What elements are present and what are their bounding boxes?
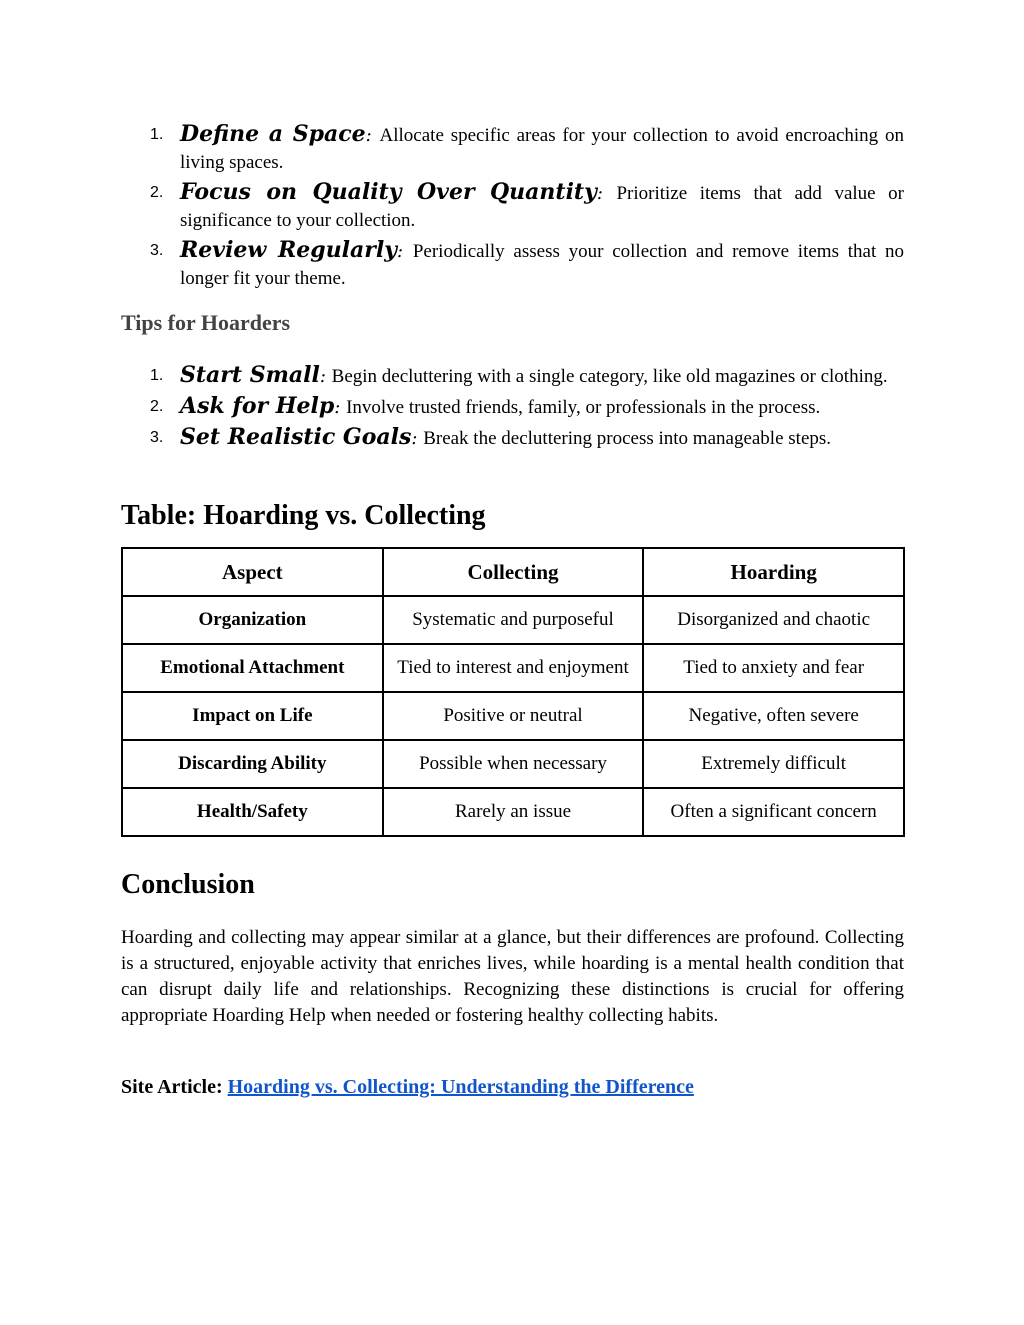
list-number: 3. xyxy=(150,429,164,446)
table-header-row: Aspect Collecting Hoarding xyxy=(121,547,905,597)
conclusion-heading: Conclusion xyxy=(121,869,255,900)
cell-collecting: Tied to interest and enjoyment xyxy=(381,643,645,693)
site-article-label: Site Article: xyxy=(121,1076,223,1098)
list-item: 2. Focus on Quality Over Quantity: Prior… xyxy=(121,179,904,234)
conclusion-paragraph: Hoarding and collecting may appear simil… xyxy=(121,927,904,1026)
table-row: Impact on Life Positive or neutral Negat… xyxy=(121,691,905,741)
cell-collecting: Positive or neutral xyxy=(381,691,645,741)
tips-for-hoarders-heading: Tips for Hoarders xyxy=(121,310,291,335)
cell-aspect: Organization xyxy=(121,595,384,645)
list-term: Define a Space xyxy=(180,121,366,147)
cell-aspect: Emotional Attachment xyxy=(121,643,384,693)
site-article-link[interactable]: Hoarding vs. Collecting: Understanding t… xyxy=(228,1076,694,1098)
list-term: Start Small xyxy=(180,362,320,388)
list-colon: : xyxy=(411,428,424,449)
cell-hoarding: Tied to anxiety and fear xyxy=(642,643,905,693)
table-title: Table: Hoarding vs. Collecting xyxy=(121,500,486,531)
cell-hoarding: Negative, often severe xyxy=(642,691,905,741)
cell-hoarding: Disorganized and chaotic xyxy=(642,595,905,645)
list-number: 3. xyxy=(150,242,164,259)
list-item: 3. Review Regularly: Periodically assess… xyxy=(121,237,904,292)
table-row: Health/Safety Rarely an issue Often a si… xyxy=(121,787,905,837)
cell-collecting: Possible when necessary xyxy=(381,739,645,789)
list-description: Begin decluttering with a single categor… xyxy=(331,366,888,387)
list-item: 2. Ask for Help: Involve trusted friends… xyxy=(121,393,904,421)
site-article: Site Article: Hoarding vs. Collecting: U… xyxy=(121,1076,694,1099)
table-row: Discarding Ability Possible when necessa… xyxy=(121,739,905,789)
list-description: Break the decluttering process into mana… xyxy=(423,428,832,449)
table-row: Emotional Attachment Tied to interest an… xyxy=(121,643,905,693)
list-number: 1. xyxy=(150,367,164,384)
list-description: Involve trusted friends, family, or prof… xyxy=(346,397,821,418)
table-row: Organization Systematic and purposeful D… xyxy=(121,595,905,645)
cell-aspect: Discarding Ability xyxy=(121,739,384,789)
cell-hoarding: Often a significant concern xyxy=(642,787,905,837)
list-colon: : xyxy=(319,366,332,387)
list-term: Review Regularly xyxy=(180,237,398,263)
cell-aspect: Impact on Life xyxy=(121,691,384,741)
list-term: Set Realistic Goals xyxy=(180,424,412,450)
list-item: 1. Start Small: Begin decluttering with … xyxy=(121,362,904,390)
comparison-table: Aspect Collecting Hoarding Organization … xyxy=(121,547,905,837)
header-hoarding: Hoarding xyxy=(642,547,905,597)
list-colon: : xyxy=(397,241,413,262)
list-colon: : xyxy=(596,183,617,204)
list-number: 2. xyxy=(150,184,164,201)
list-item: 3. Set Realistic Goals: Break the declut… xyxy=(121,424,904,452)
header-aspect: Aspect xyxy=(121,547,384,597)
cell-hoarding: Extremely difficult xyxy=(642,739,905,789)
cell-aspect: Health/Safety xyxy=(121,787,384,837)
hoarder-tips-list: 1. Start Small: Begin decluttering with … xyxy=(121,362,904,455)
collector-tips-list: 1. Define a Space: Allocate specific are… xyxy=(121,121,904,295)
list-number: 1. xyxy=(150,126,164,143)
list-colon: : xyxy=(334,397,347,418)
list-number: 2. xyxy=(150,398,164,415)
cell-collecting: Rarely an issue xyxy=(381,787,645,837)
list-term: Focus on Quality Over Quantity xyxy=(180,179,597,205)
list-colon: : xyxy=(365,125,380,146)
list-term: Ask for Help xyxy=(180,393,335,419)
header-collecting: Collecting xyxy=(381,547,645,597)
cell-collecting: Systematic and purposeful xyxy=(381,595,645,645)
list-item: 1. Define a Space: Allocate specific are… xyxy=(121,121,904,176)
